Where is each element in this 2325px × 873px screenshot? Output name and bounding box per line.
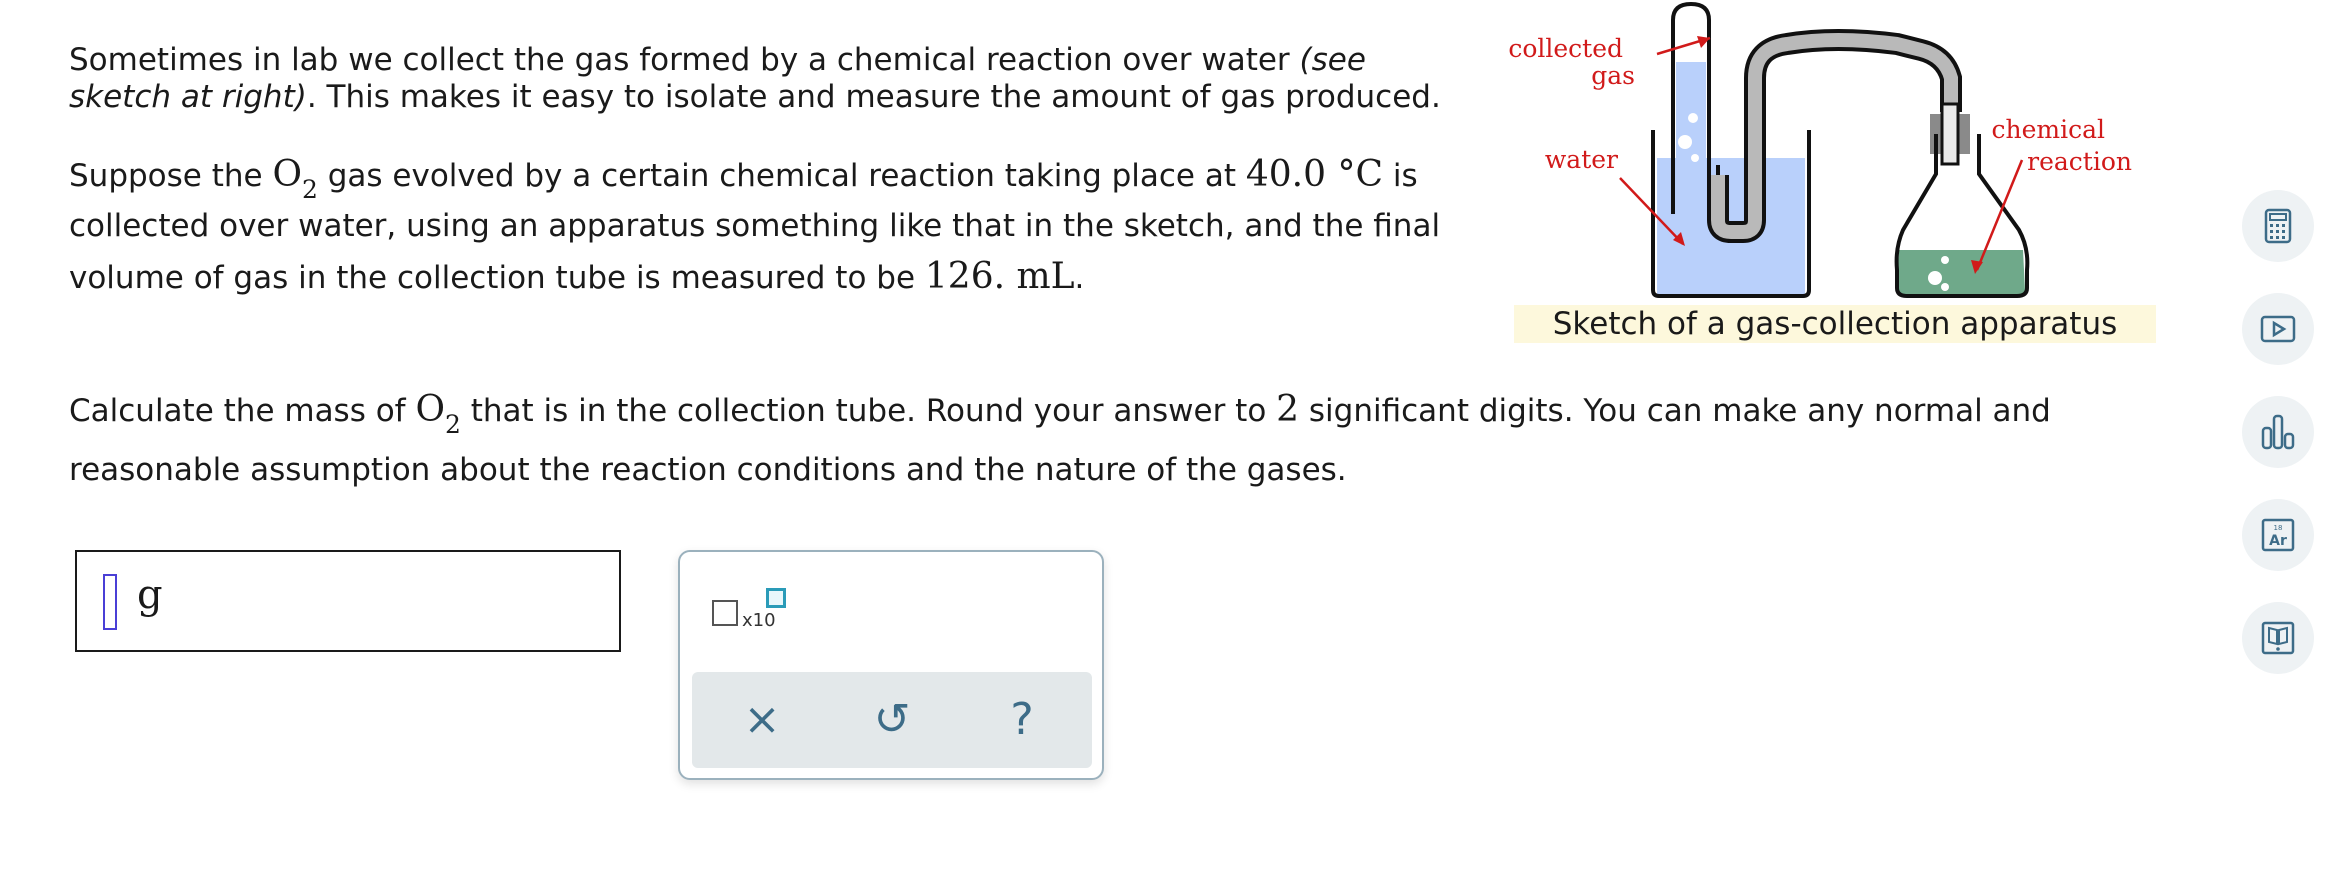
x10-label: x10 (742, 610, 776, 631)
video-icon (2260, 315, 2296, 343)
intro-text-end: . This makes it easy to isolate and meas… (306, 78, 1441, 115)
intro-paragraph: Sometimes in lab we collect the gas form… (69, 42, 1469, 115)
task-paragraph: Calculate the mass of O2 that is in the … (69, 378, 2069, 499)
calculator-button[interactable] (2242, 190, 2314, 262)
task-text-2: that is in the collection tube. Round yo… (460, 393, 1277, 429)
temperature-value: 40.0 °C (1245, 154, 1384, 195)
problem-text-2: gas evolved by a certain chemical reacti… (317, 158, 1246, 194)
svg-text:Ar: Ar (2269, 533, 2287, 549)
gas-formula: O2 (272, 154, 318, 204)
undo-button[interactable]: ↺ (862, 692, 922, 748)
gas-formula-2: O2 (415, 389, 461, 439)
sketch-caption: Sketch of a gas-collection apparatus (1514, 305, 2156, 343)
volume-value: 126. mL (924, 255, 1075, 297)
label-chemical: chemical (1991, 115, 2105, 144)
gas-collection-sketch: collected gas water chemical reaction (1505, 0, 2170, 345)
svg-text:18: 18 (2274, 524, 2283, 532)
label-water: water (1545, 145, 1618, 174)
label-collected: collected (1508, 34, 1623, 63)
clear-button[interactable]: × (732, 692, 792, 748)
video-button[interactable] (2242, 293, 2314, 365)
text-cursor (103, 574, 117, 630)
answer-unit: g (137, 572, 163, 618)
exponent-box-icon (766, 588, 786, 608)
problem-paragraph: Suppose the O2 gas evolved by a certain … (69, 148, 1469, 305)
intro-text: Sometimes in lab we collect the gas form… (69, 42, 1300, 78)
task-text: Calculate the mass of (69, 393, 416, 429)
ebook-icon (2261, 621, 2295, 655)
answer-input[interactable]: g (75, 550, 621, 652)
label-gas: gas (1591, 61, 1635, 90)
sig-digits-value: 2 (1276, 389, 1300, 430)
periodic-table-button[interactable]: 18 Ar (2242, 499, 2314, 571)
palette-toolbar: × ↺ ? (692, 672, 1092, 768)
base-box-icon (712, 600, 738, 626)
calculator-icon (2264, 208, 2292, 244)
math-palette: x10 × ↺ ? (678, 550, 1104, 780)
chart-icon (2261, 414, 2295, 450)
scientific-notation-button[interactable]: x10 (712, 588, 786, 631)
ebook-button[interactable] (2242, 602, 2314, 674)
label-reaction: reaction (2027, 147, 2132, 176)
chart-button[interactable] (2242, 396, 2314, 468)
problem-text-end: . (1074, 259, 1085, 296)
help-button[interactable]: ? (992, 692, 1052, 748)
periodic-table-icon: 18 Ar (2261, 518, 2295, 552)
problem-text: Suppose the (69, 158, 273, 194)
